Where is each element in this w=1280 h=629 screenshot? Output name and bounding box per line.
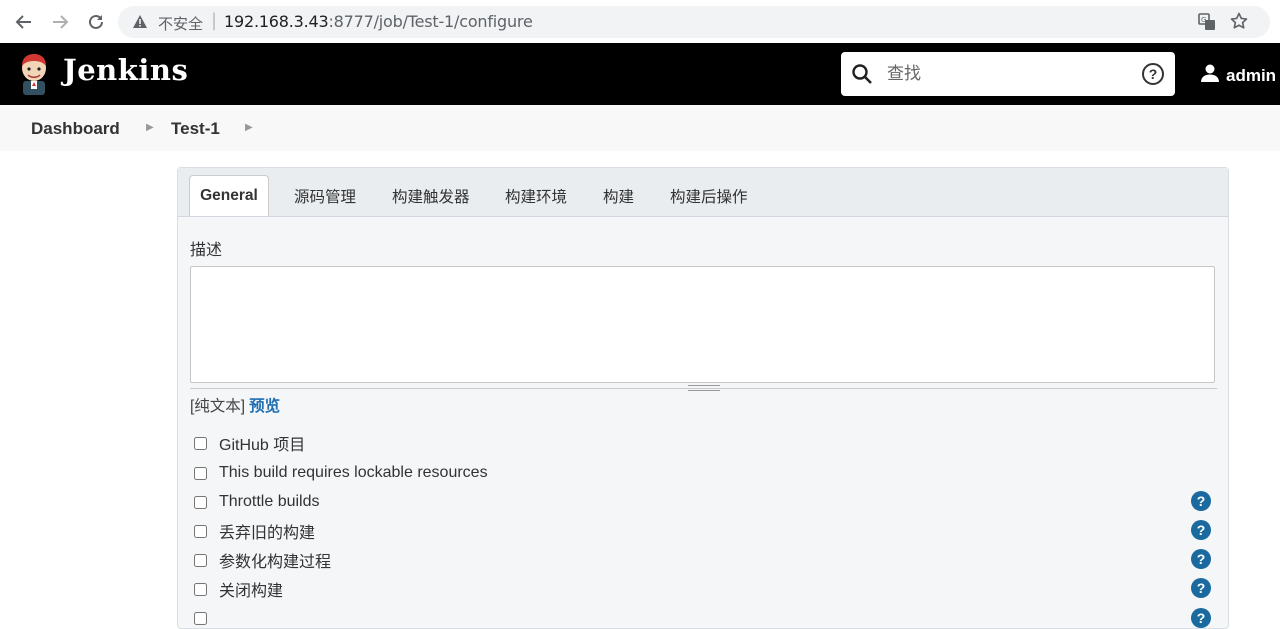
preview-row: [纯文本] 预览 xyxy=(190,394,280,416)
search-input[interactable] xyxy=(887,61,1127,87)
search-box: ? xyxy=(841,52,1175,96)
search-help-icon[interactable]: ? xyxy=(1141,62,1165,91)
user-icon xyxy=(1200,63,1220,88)
insecure-label: 不安全 xyxy=(158,16,204,33)
help-icon[interactable]: ? xyxy=(1191,578,1211,598)
option-parameterized[interactable]: 参数化构建过程 xyxy=(194,549,331,571)
config-panel: General 源码管理 构建触发器 构建环境 构建 构建后操作 描述 [纯文本… xyxy=(177,167,1229,629)
tab-build[interactable]: 构建 xyxy=(603,185,634,207)
option-throttle-builds[interactable]: Throttle builds xyxy=(194,491,320,513)
checkbox-discard-old-builds[interactable] xyxy=(194,524,207,538)
breadcrumb-dashboard[interactable]: Dashboard xyxy=(31,119,120,139)
browser-toolbar: 不安全 | 192.168.3.43:8777/job/Test-1/confi… xyxy=(0,0,1280,43)
breadcrumb-chevron-icon[interactable]: ▶ xyxy=(245,122,253,133)
option-label: This build requires lockable resources xyxy=(219,464,488,481)
tab-build-environment[interactable]: 构建环境 xyxy=(505,185,567,207)
checkbox-disable-build[interactable] xyxy=(194,582,207,596)
breadcrumb-job[interactable]: Test-1 xyxy=(171,119,220,139)
svg-text:G: G xyxy=(1201,16,1206,24)
search-icon xyxy=(851,63,873,90)
checkbox-github-project[interactable] xyxy=(194,436,207,450)
checkbox-parameterized[interactable] xyxy=(194,553,207,567)
tab-scm[interactable]: 源码管理 xyxy=(294,185,356,207)
option-label: Throttle builds xyxy=(219,493,320,510)
option-label: 丢弃旧的构建 xyxy=(219,525,316,542)
plain-text-label: [纯文本] xyxy=(190,398,246,415)
option-lockable-resources[interactable]: This build requires lockable resources xyxy=(194,462,488,484)
help-icon[interactable]: ? xyxy=(1191,608,1211,628)
forward-icon[interactable] xyxy=(49,11,71,33)
description-textarea[interactable] xyxy=(190,266,1215,383)
checkbox-throttle-builds[interactable] xyxy=(194,495,207,509)
option-label: GitHub 项目 xyxy=(219,437,306,454)
app-title[interactable]: Jenkins xyxy=(63,53,188,87)
bookmark-star-icon[interactable] xyxy=(1230,12,1248,35)
warning-icon[interactable] xyxy=(132,14,148,34)
help-icon[interactable]: ? xyxy=(1191,491,1211,511)
option-label: 参数化构建过程 xyxy=(219,554,332,571)
option-discard-old-builds[interactable]: 丢弃旧的构建 xyxy=(194,520,315,542)
url-separator: | xyxy=(211,10,218,31)
description-label: 描述 xyxy=(190,242,223,259)
config-tabbar: General 源码管理 构建触发器 构建环境 构建 构建后操作 xyxy=(178,168,1228,217)
user-name: admin xyxy=(1226,65,1277,85)
option-label: 关闭构建 xyxy=(219,583,284,600)
breadcrumb-chevron-icon[interactable]: ▶ xyxy=(146,122,154,133)
jenkins-logo-icon[interactable] xyxy=(16,52,52,101)
divider xyxy=(190,388,1217,389)
user-menu[interactable]: admin xyxy=(1200,63,1276,88)
address-bar[interactable]: 不安全 | 192.168.3.43:8777/job/Test-1/confi… xyxy=(118,6,1270,38)
option-github-project[interactable]: GitHub 项目 xyxy=(194,432,305,454)
help-icon[interactable]: ? xyxy=(1191,549,1211,569)
preview-link[interactable]: 预览 xyxy=(249,398,280,415)
tab-build-triggers[interactable]: 构建触发器 xyxy=(392,185,470,207)
back-icon[interactable] xyxy=(13,11,35,33)
url-host: 192.168.3.43 xyxy=(224,12,329,31)
jenkins-header: Jenkins ? admin xyxy=(0,43,1280,105)
breadcrumb: Dashboard ▶ Test-1 ▶ xyxy=(0,105,1280,151)
tab-general[interactable]: General xyxy=(189,175,269,216)
svg-text:?: ? xyxy=(1149,66,1158,82)
checkbox-lockable-resources[interactable] xyxy=(194,466,207,480)
url-path: :8777/job/Test-1/configure xyxy=(328,12,533,31)
reload-icon[interactable] xyxy=(85,11,107,33)
help-icon[interactable]: ? xyxy=(1191,520,1211,540)
tab-post-build[interactable]: 构建后操作 xyxy=(670,185,748,207)
url-text[interactable]: 192.168.3.43:8777/job/Test-1/configure xyxy=(224,12,533,31)
option-disable-build[interactable]: 关闭构建 xyxy=(194,578,283,600)
checkbox-partial[interactable] xyxy=(194,612,207,625)
translate-icon[interactable]: G xyxy=(1198,13,1216,36)
